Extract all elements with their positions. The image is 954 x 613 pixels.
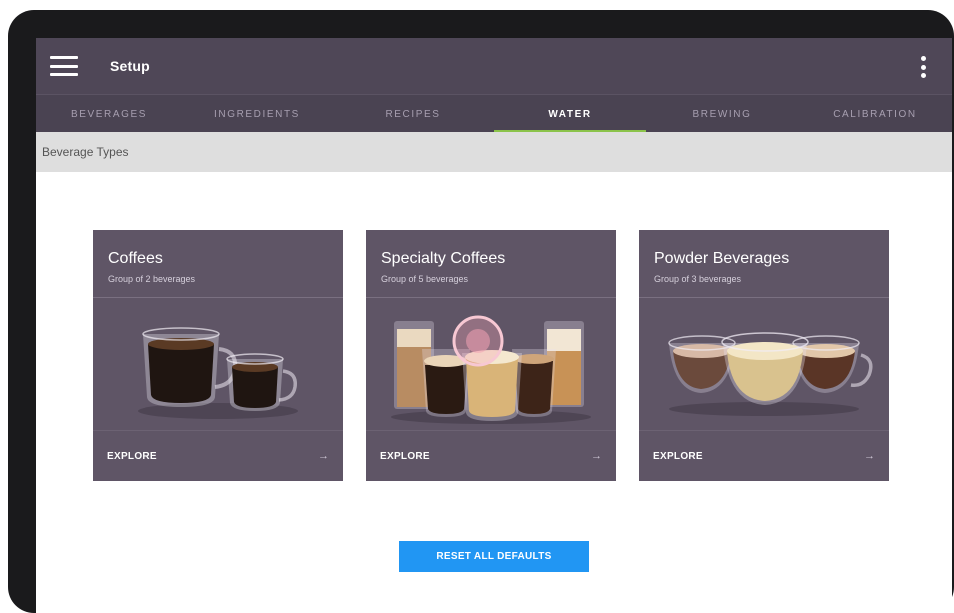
explore-label: EXPLORE [380,450,430,462]
coffee-cups-image [138,327,298,419]
tab-water[interactable]: WATER [494,95,646,133]
reset-all-defaults-button[interactable]: RESET ALL DEFAULTS [399,541,589,572]
tab-brewing[interactable]: BREWING [646,95,798,133]
card-header: Powder Beverages Group of 3 beverages [639,230,889,298]
hamburger-menu-icon[interactable] [50,56,78,76]
card-subtitle: Group of 5 beverages [381,274,469,284]
tab-recipes[interactable]: RECIPES [332,95,494,133]
arrow-right-icon: → [318,450,329,462]
specialty-coffee-glasses-image [391,315,591,424]
tab-ingredients[interactable]: INGREDIENTS [182,95,332,133]
card-subtitle: Group of 2 beverages [108,274,196,284]
card-title: Specialty Coffees [381,250,506,267]
card-specialty-coffees[interactable]: Specialty Coffees Group of 5 beverages E… [366,230,616,481]
screen: Setup BEVERAGES INGREDIENTS RECIPES WATE… [36,38,952,613]
explore-label: EXPLORE [107,450,157,462]
card-title: Powder Beverages [654,250,790,267]
app-title: Setup [110,58,150,74]
explore-label: EXPLORE [653,450,703,462]
card-powder-beverages[interactable]: Powder Beverages Group of 3 beverages EX… [639,230,889,481]
section-title: Beverage Types [42,145,129,159]
card-header: Specialty Coffees Group of 5 beverages [366,230,616,298]
powder-beverage-cups-image [668,332,873,416]
tab-bar: BEVERAGES INGREDIENTS RECIPES WATER BREW… [36,94,952,133]
tab-beverages[interactable]: BEVERAGES [36,95,182,133]
tablet-frame: Setup BEVERAGES INGREDIENTS RECIPES WATE… [8,10,954,613]
more-vert-icon[interactable] [920,56,926,78]
card-coffees[interactable]: Coffees Group of 2 beverages EXPLORE → [93,230,343,481]
card-subtitle: Group of 3 beverages [654,274,742,284]
section-header: Beverage Types [36,132,952,172]
arrow-right-icon: → [591,450,602,462]
card-title: Coffees [108,250,163,267]
card-header: Coffees Group of 2 beverages [93,230,343,298]
app-bar: Setup [36,38,952,94]
card-explore-action[interactable]: EXPLORE → [366,430,616,481]
arrow-right-icon: → [864,450,875,462]
card-explore-action[interactable]: EXPLORE → [639,430,889,481]
tab-calibration[interactable]: CALIBRATION [798,95,952,133]
card-explore-action[interactable]: EXPLORE → [93,430,343,481]
